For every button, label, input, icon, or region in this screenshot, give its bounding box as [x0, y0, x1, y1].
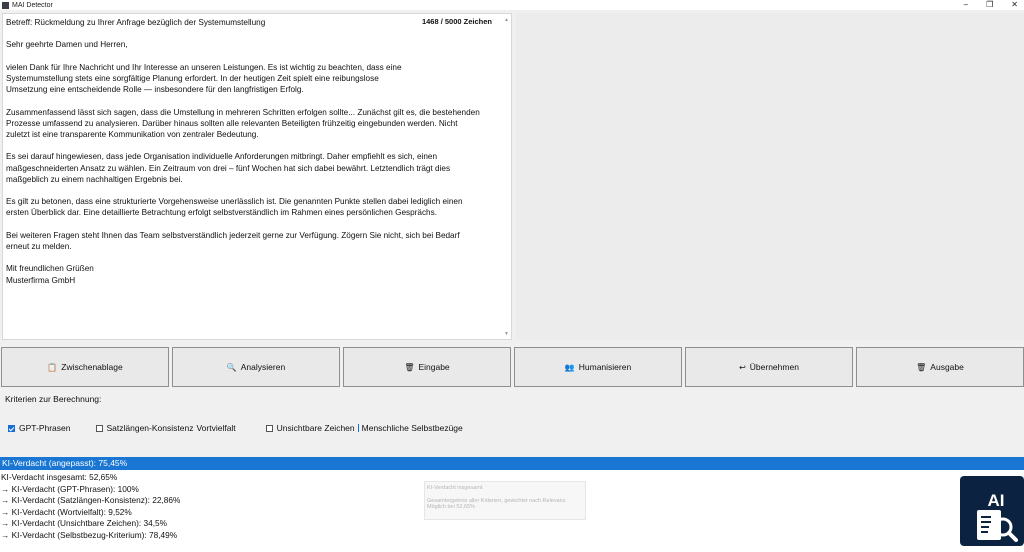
criterion-word-variety[interactable]: Vortvielfalt — [196, 423, 235, 433]
input-text[interactable]: Betreff: Rückmeldung zu Ihrer Anfrage be… — [6, 17, 502, 286]
magnifier-icon: 🔍 — [226, 362, 237, 372]
analyze-button[interactable]: 🔍 Analysieren — [172, 347, 340, 387]
window-title: MAI Detector — [12, 1, 53, 9]
title-bar: MAI Detector – ❐ ✕ — [0, 0, 1024, 10]
analyze-button-label: Analysieren — [240, 362, 286, 372]
criterion-gpt-phrases[interactable]: GPT-Phrasen — [8, 423, 71, 433]
output-pane[interactable] — [516, 13, 1024, 340]
minimize-icon[interactable]: – — [964, 0, 968, 9]
close-icon[interactable]: ✕ — [1011, 0, 1018, 9]
clipboard-button-label: Zwischenablage — [61, 362, 123, 372]
result-line-word-variety: → KI-Verdacht (Wortvielfalt): 9,52% — [1, 506, 132, 517]
ai-logo: AI — [960, 476, 1024, 546]
apply-button[interactable]: ↩ Übernehmen — [685, 347, 853, 387]
clear-input-button[interactable]: 🗑 Eingabe — [343, 347, 511, 387]
scroll-down-arrow-icon[interactable]: ▼ — [504, 331, 509, 337]
invisible-chars-checkbox[interactable] — [265, 424, 273, 432]
character-counter: 1468 / 5000 Zeichen — [421, 17, 492, 26]
input-text-area[interactable]: Betreff: Rückmeldung zu Ihrer Anfrage be… — [2, 13, 512, 340]
ai-document-search-icon: AI — [977, 491, 1018, 542]
restore-icon[interactable]: ❐ — [986, 0, 993, 9]
result-line-self-reference: → KI-Verdacht (Selbstbezug-Kriterium): 7… — [1, 529, 178, 540]
people-icon: 👥 — [564, 362, 575, 372]
result-line-sentence-length: → KI-Verdacht (Satzlängen-Konsistenz): 2… — [1, 495, 181, 505]
ai-logo-text: AI — [988, 491, 1005, 510]
gpt-phrases-label: GPT-Phrasen — [19, 423, 71, 433]
word-variety-label: Vortvielfalt — [196, 423, 236, 433]
criterion-invisible-chars[interactable]: Unsichtbare Zeichen — [265, 423, 355, 433]
humanize-button[interactable]: 👥 Humanisieren — [514, 347, 682, 387]
action-button-row: 📋 Zwischenablage 🔍 Analysieren 🗑 Eingabe… — [1, 347, 1024, 387]
text-cursor — [357, 424, 359, 432]
criteria-checkbox-row: GPT-Phrasen Satzlängen-Konsistenz Vortvi… — [8, 423, 463, 433]
result-line-invisible-chars: → KI-Verdacht (Unsichtbare Zeichen): 34,… — [1, 518, 168, 528]
gpt-phrases-checkbox[interactable] — [8, 424, 15, 432]
scroll-up-arrow-icon[interactable]: ▲ — [504, 17, 509, 23]
app-icon — [2, 1, 9, 9]
return-arrow-icon: ↩ — [739, 362, 746, 372]
humanize-button-label: Humanisieren — [578, 362, 632, 372]
criteria-heading: Kriterien zur Berechnung: — [5, 394, 102, 404]
criterion-sentence-length[interactable]: Satzlängen-Konsistenz — [95, 423, 194, 433]
tooltip-line-2: Möglich bei 52,65% — [427, 504, 476, 510]
sentence-length-label: Satzlängen-Konsistenz — [106, 423, 194, 433]
clipboard-icon: 📋 — [47, 362, 58, 372]
trash-icon: 🗑 — [404, 362, 415, 372]
human-self-reference-label: Menschliche Selbstbezüge — [361, 423, 463, 433]
clear-output-button[interactable]: 🗑 Ausgabe — [856, 347, 1024, 387]
clear-output-button-label: Ausgabe — [930, 362, 964, 372]
adjusted-score-banner: KI-Verdacht (angepasst): 75,45% — [0, 457, 1024, 470]
clear-input-button-label: Eingabe — [418, 362, 450, 372]
clipboard-button[interactable]: 📋 Zwischenablage — [1, 347, 169, 387]
window-controls: – ❐ ✕ — [964, 0, 1018, 9]
invisible-chars-label: Unsichtbare Zeichen — [276, 423, 355, 433]
criterion-human-self-reference[interactable]: Menschliche Selbstbezüge — [362, 423, 463, 433]
result-line-gpt-phrases: → KI-Verdacht (GPT-Phrasen): 100% — [1, 483, 139, 494]
sentence-length-checkbox[interactable] — [95, 424, 103, 432]
tooltip: KI-Verdacht insgesamt Gesamtergebnis all… — [424, 481, 586, 520]
apply-button-label: Übernehmen — [749, 362, 799, 372]
result-line-total: KI-Verdacht insgesamt: 52,65% — [1, 472, 118, 482]
tooltip-title: KI-Verdacht insgesamt — [427, 485, 483, 491]
trash-icon: 🗑 — [916, 362, 927, 372]
